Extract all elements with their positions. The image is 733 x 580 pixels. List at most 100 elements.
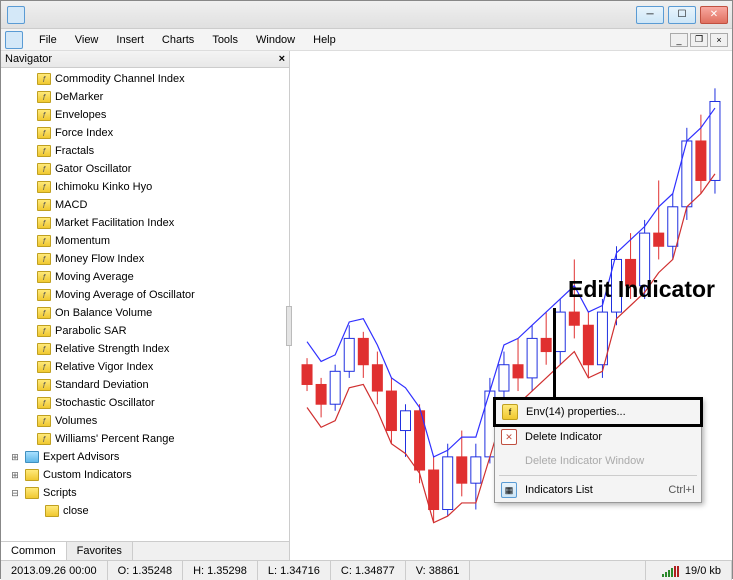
indicator-label: Envelopes: [55, 109, 106, 121]
menu-window[interactable]: Window: [248, 32, 303, 48]
indicator-label: MACD: [55, 199, 87, 211]
annotation-pointer: [553, 308, 556, 398]
delete-icon: ✕: [501, 429, 517, 445]
indicator-icon: f: [37, 73, 51, 85]
indicator-icon: f: [37, 271, 51, 283]
navigator-title: Navigator: [5, 53, 52, 65]
context-item-delete-indicator[interactable]: ✕ Delete Indicator: [495, 425, 701, 449]
indicator-item[interactable]: f Commodity Channel Index: [1, 70, 289, 88]
indicator-label: Williams' Percent Range: [55, 433, 174, 445]
indicator-label: Moving Average: [55, 271, 134, 283]
indicator-label: Money Flow Index: [55, 253, 144, 265]
status-datetime: 2013.09.26 00:00: [1, 561, 108, 580]
menu-help[interactable]: Help: [305, 32, 344, 48]
indicator-label: Relative Strength Index: [55, 343, 169, 355]
indicator-item[interactable]: f Relative Strength Index: [1, 340, 289, 358]
indicator-icon: f: [37, 289, 51, 301]
indicator-item[interactable]: fFractals: [1, 142, 289, 160]
indicator-item[interactable]: fStandard Deviation: [1, 376, 289, 394]
navigator-close-button[interactable]: ×: [279, 53, 285, 65]
status-connection: 19/0 kb: [645, 561, 732, 580]
indicator-item[interactable]: f Moving Average of Oscillator: [1, 286, 289, 304]
indicator-item[interactable]: fMomentum: [1, 232, 289, 250]
menu-view[interactable]: View: [67, 32, 107, 48]
connection-bars-icon: [656, 565, 685, 577]
status-open: O: 1.35248: [108, 561, 183, 580]
context-separator: [499, 475, 697, 476]
expander-icon[interactable]: ⊞: [9, 452, 21, 463]
indicator-item[interactable]: f Envelopes: [1, 106, 289, 124]
group-icon: [25, 487, 39, 499]
list-icon: ▦: [501, 482, 517, 498]
indicator-icon: f: [37, 181, 51, 193]
menu-tools[interactable]: Tools: [204, 32, 246, 48]
indicator-item[interactable]: f Stochastic Oscillator: [1, 394, 289, 412]
menu-insert[interactable]: Insert: [108, 32, 152, 48]
indicator-item[interactable]: fWilliams' Percent Range: [1, 430, 289, 448]
context-item-properties[interactable]: f Env(14) properties...: [493, 397, 703, 427]
window-close-button[interactable]: ✕: [700, 6, 728, 24]
window-maximize-button[interactable]: ☐: [668, 6, 696, 24]
indicator-label: Market Facilitation Index: [55, 217, 174, 229]
indicator-item[interactable]: fParabolic SAR: [1, 322, 289, 340]
context-item-indicators-list[interactable]: ▦ Indicators List Ctrl+I: [495, 478, 701, 502]
window-minimize-button[interactable]: ─: [636, 6, 664, 24]
group-label: Scripts: [43, 487, 77, 499]
script-item[interactable]: close: [1, 502, 289, 520]
indicator-icon: f: [37, 325, 51, 337]
indicator-icon: f: [37, 145, 51, 157]
indicator-icon: f: [37, 415, 51, 427]
indicator-item[interactable]: fMarket Facilitation Index: [1, 214, 289, 232]
indicator-item[interactable]: fDeMarker: [1, 88, 289, 106]
indicator-label: Moving Average of Oscillator: [55, 289, 195, 301]
indicator-icon: f: [37, 253, 51, 265]
expander-icon[interactable]: ⊟: [9, 488, 21, 499]
indicator-icon: f: [37, 361, 51, 373]
indicator-item[interactable]: fGator Oscillator: [1, 160, 289, 178]
tree-group-custom-indicators[interactable]: ⊞Custom Indicators: [1, 466, 289, 484]
app-menu-icon[interactable]: [5, 31, 23, 49]
delete-window-icon: [501, 453, 517, 469]
indicator-item[interactable]: fOn Balance Volume: [1, 304, 289, 322]
navigator-tree[interactable]: fCommodity Channel IndexfDeMarkerfEnvelo…: [1, 68, 289, 541]
mdi-restore-button[interactable]: ❐: [690, 33, 708, 47]
menu-charts[interactable]: Charts: [154, 32, 202, 48]
navigator-tabs: Common Favorites: [1, 541, 289, 560]
indicator-label: Relative Vigor Index: [55, 361, 153, 373]
group-icon: [25, 451, 39, 463]
mdi-close-button[interactable]: ×: [710, 33, 728, 47]
indicator-item[interactable]: f Moving Average: [1, 268, 289, 286]
indicator-item[interactable]: fIchimoku Kinko Hyo: [1, 178, 289, 196]
indicator-icon: f: [37, 397, 51, 409]
indicator-label: On Balance Volume: [55, 307, 152, 319]
navigator-panel: Navigator × f Commodity Channel Index fDeM…: [1, 51, 290, 560]
script-label: close: [63, 505, 89, 517]
indicator-item[interactable]: fMACD: [1, 196, 289, 214]
context-label-properties: Env(14) properties...: [526, 406, 626, 418]
indicator-item[interactable]: fVolumes: [1, 412, 289, 430]
indicator-item[interactable]: f Relative Vigor Index: [1, 358, 289, 376]
indicator-icon: f: [37, 235, 51, 247]
context-label-delete: Delete Indicator: [525, 431, 602, 443]
mdi-minimize-button[interactable]: _: [670, 33, 688, 47]
menubar: File View Insert Charts Tools Window Hel…: [1, 29, 732, 51]
indicator-label: Stochastic Oscillator: [55, 397, 155, 409]
indicator-label: Commodity Channel Index: [55, 73, 185, 85]
tab-favorites[interactable]: Favorites: [67, 542, 133, 560]
context-shortcut: Ctrl+I: [668, 484, 695, 496]
status-traffic: 19/0 kb: [685, 565, 721, 577]
indicator-item[interactable]: fForce Index: [1, 124, 289, 142]
indicator-icon: f: [37, 91, 51, 103]
context-menu: f Env(14) properties... ✕ Delete Indicat…: [494, 398, 702, 503]
tree-group-scripts[interactable]: ⊟ Scripts: [1, 484, 289, 502]
tab-common[interactable]: Common: [1, 542, 67, 560]
expander-icon[interactable]: ⊞: [9, 470, 21, 481]
indicator-icon: f: [37, 109, 51, 121]
context-label-list: Indicators List: [525, 484, 593, 496]
indicator-item[interactable]: f Money Flow Index: [1, 250, 289, 268]
indicator-label: Force Index: [55, 127, 113, 139]
tree-group-expert-advisors[interactable]: ⊞ Expert Advisors: [1, 448, 289, 466]
indicator-icon: f: [37, 343, 51, 355]
menu-file[interactable]: File: [31, 32, 65, 48]
group-label: Expert Advisors: [43, 451, 119, 463]
